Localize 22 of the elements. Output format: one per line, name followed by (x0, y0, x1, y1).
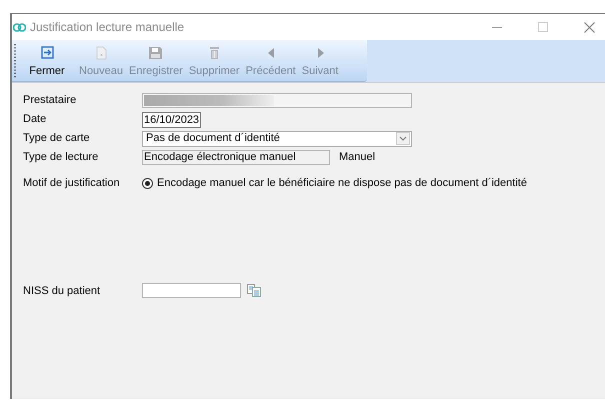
toolbar-button[interactable]: Fermer (18, 46, 76, 78)
niss-input[interactable] (142, 283, 241, 298)
close-icon (40, 46, 54, 60)
radio-option[interactable]: Encodage manuel car le bénéficiaire ne dispose pas de document d´identité (142, 175, 527, 192)
app-icon (13, 22, 26, 32)
document-icon (94, 46, 109, 60)
caret-icon (396, 132, 410, 145)
maximize-icon[interactable] (538, 22, 548, 32)
window-title: Justification lecture manuelle (30, 19, 184, 36)
date-field[interactable]: 16/10/2023 (142, 112, 202, 128)
field-label: Type de carte (23, 131, 91, 146)
field-label: Motif de justification (23, 176, 121, 191)
radio-button[interactable] (142, 178, 153, 189)
documents-icon[interactable] (247, 284, 261, 298)
read-type-value: Manuel (339, 150, 376, 166)
field-label: NISS du patient (23, 284, 102, 298)
field-label: Prestataire (23, 93, 78, 108)
close-icon[interactable] (584, 22, 595, 32)
field-label: Date (23, 112, 48, 128)
field-label: Type de lecture (23, 150, 100, 166)
card-type-dropdown[interactable]: Pas de document d´identité (142, 130, 412, 146)
read-type-field: Encodage électronique manuel (142, 150, 330, 165)
